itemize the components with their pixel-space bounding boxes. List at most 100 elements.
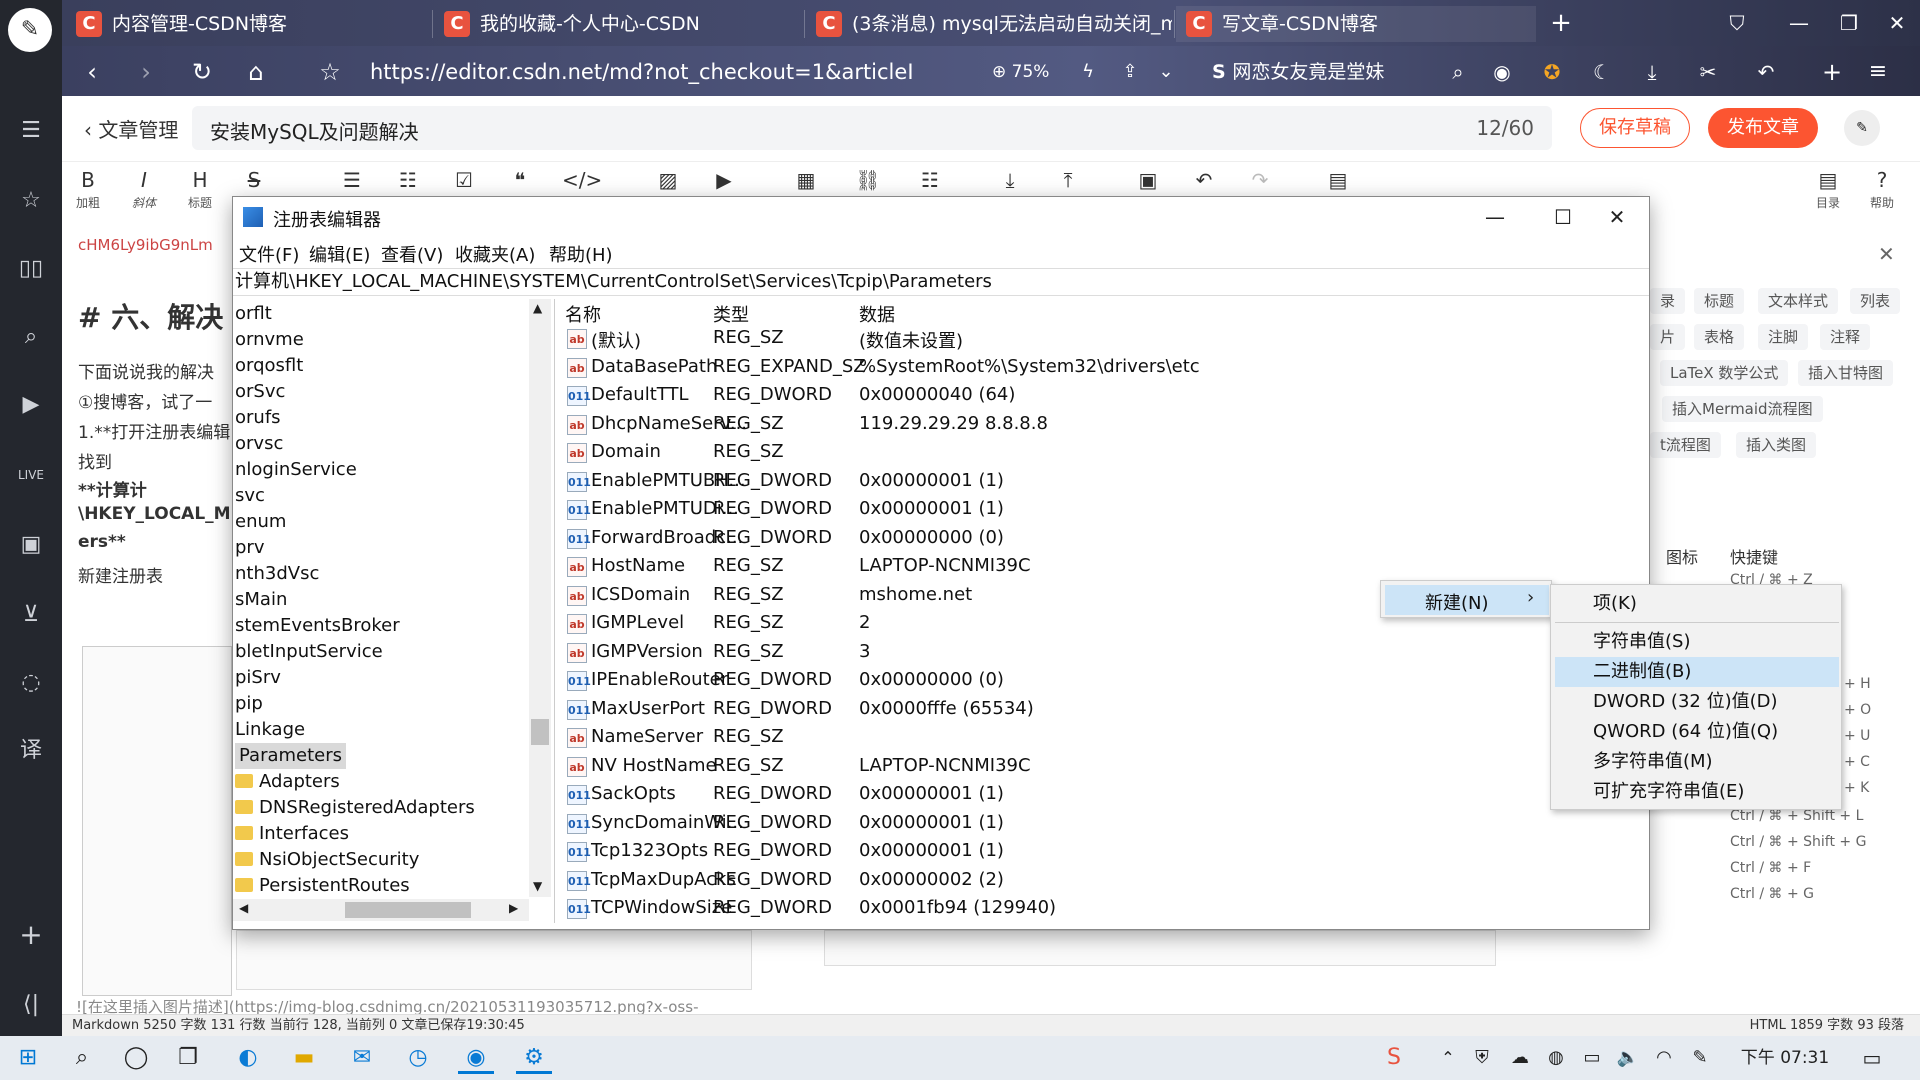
table-row[interactable]: 011 EnablePMTUDi... REG_DWORD 0x00000001 (1… — [563, 496, 1649, 524]
table-row[interactable]: ab HostName REG_SZ LAPTOP-NCNMI39C — [563, 553, 1649, 581]
add-icon[interactable]: + — [16, 920, 46, 950]
submenu-item[interactable]: 可扩充字符串值(E) — [1555, 777, 1839, 807]
help-chip[interactable]: LaTeX 数学公式 — [1660, 360, 1789, 386]
close-icon[interactable]: ✕ — [1878, 242, 1895, 266]
bold-button[interactable]: B 加粗 — [68, 168, 108, 211]
table-row[interactable]: 011 SyncDomainWi... REG_DWORD 0x00000001 (1… — [563, 810, 1649, 838]
help-chip[interactable]: 注释 — [1820, 324, 1871, 350]
export-icon[interactable]: ⤒ — [1048, 168, 1088, 192]
wifi-icon[interactable]: ◠ — [1646, 1042, 1682, 1074]
clock[interactable]: 下午 07:31 — [1730, 1042, 1840, 1074]
undo-icon[interactable]: ↶ — [1750, 56, 1782, 88]
cortana-icon[interactable]: ◯ — [118, 1042, 154, 1074]
task-view-icon[interactable]: ❐ — [170, 1042, 206, 1074]
image-icon[interactable]: ▨ — [648, 168, 688, 192]
tree-node[interactable]: nloginService — [235, 457, 357, 483]
collapse-icon[interactable]: ⟨| — [16, 990, 46, 1020]
browser-logo-icon[interactable]: ✎ — [8, 8, 52, 52]
tree-node[interactable]: orSvc — [235, 379, 285, 405]
tree-node[interactable]: nth3dVsc — [235, 561, 319, 587]
help-chip[interactable]: 列表 — [1850, 288, 1901, 314]
url-field[interactable]: https://editor.csdn.net/md?not_checkout=… — [370, 56, 970, 88]
registry-editor-window[interactable]: 注册表编辑器 — ☐ ✕ 文件(F) 编辑(E) 查看(V) 收藏夹(A) 帮助… — [232, 196, 1650, 930]
tab-favorites[interactable]: C 我的收藏-个人中心-CSDN — [434, 6, 802, 42]
help-chip[interactable]: 插入Mermaid流程图 — [1662, 396, 1823, 422]
table-row[interactable]: 011 IPEnableRouter REG_DWORD 0x00000000 (0) — [563, 667, 1649, 695]
tree-node[interactable]: orqosflt — [235, 353, 303, 379]
sogou-input-icon[interactable]: S — [1376, 1042, 1412, 1074]
bookmark-star-icon[interactable]: ☆ — [314, 56, 346, 88]
import-icon[interactable]: ⤓ — [990, 168, 1030, 192]
menu-icon[interactable]: ≡ — [1862, 56, 1894, 88]
ordered-list-icon[interactable]: ☷ — [388, 168, 428, 192]
table-row[interactable]: ab DhcpNameServ... REG_SZ 119.29.29.29 8.8.… — [563, 411, 1649, 439]
home-icon[interactable]: ⌂ — [240, 56, 272, 88]
tree-node[interactable]: orvsc — [235, 431, 283, 457]
briefcase-icon[interactable]: ▣ — [16, 530, 46, 560]
tab-write-article[interactable]: C 写文章-CSDN博客 — [1176, 6, 1536, 42]
new-tab-icon[interactable]: + — [1546, 8, 1576, 38]
menu-view[interactable]: 查看(V) — [381, 241, 443, 267]
scroll-thumb[interactable] — [345, 902, 471, 918]
help-chip[interactable]: 注脚 — [1758, 324, 1809, 350]
task-list-icon[interactable]: ☑ — [444, 168, 484, 192]
tree-node[interactable]: pip — [235, 691, 263, 717]
scissors-icon[interactable]: ✂ — [1692, 56, 1724, 88]
scroll-right-icon[interactable]: ▶ — [509, 901, 518, 915]
tree-node[interactable]: NsiObjectSecurity — [235, 847, 419, 873]
column-header-type[interactable]: 类型 — [713, 301, 749, 327]
chat-icon[interactable]: ◌ — [16, 668, 46, 698]
app-tray-icon[interactable]: ◍ — [1538, 1042, 1574, 1074]
chevron-down-icon[interactable]: ⌄ — [1150, 56, 1182, 88]
tree-node[interactable]: DNSRegisteredAdapters — [235, 795, 475, 821]
menu-favorites[interactable]: 收藏夹(A) — [455, 241, 535, 267]
code-icon[interactable]: </> — [562, 168, 602, 192]
table-row[interactable]: 011 ForwardBroadc... REG_DWORD 0x00000000 (… — [563, 525, 1649, 553]
window-titlebar[interactable]: 注册表编辑器 — ☐ ✕ — [233, 197, 1649, 237]
menu-edit[interactable]: 编辑(E) — [309, 241, 370, 267]
edge-icon[interactable]: ◐ — [230, 1042, 266, 1074]
tree-node[interactable]: orflt — [235, 301, 272, 327]
tree-node[interactable]: Parameters — [235, 743, 347, 769]
strikethrough-button[interactable]: S — [234, 168, 274, 192]
table-row[interactable]: 011 SackOpts REG_DWORD 0x00000001 (1) — [563, 781, 1649, 809]
toc-button[interactable]: ▤ 目录 — [1808, 168, 1848, 211]
link-icon[interactable]: ⛓ — [848, 168, 888, 192]
search-icon[interactable]: ⌕ — [64, 1042, 100, 1074]
undo-icon[interactable]: ↶ — [1184, 168, 1224, 192]
clock-app-icon[interactable]: ◷ — [400, 1042, 436, 1074]
moon-icon[interactable]: ☾ — [1586, 56, 1618, 88]
tree-horizontal-scrollbar[interactable]: ◀ ▶ — [233, 899, 529, 921]
submenu-item[interactable]: QWORD (64 位)值(Q) — [1555, 717, 1839, 747]
star-icon[interactable]: ☆ — [16, 186, 46, 216]
tab-content-manage[interactable]: C 内容管理-CSDN博客 — [66, 6, 426, 42]
table-row[interactable]: 011 TCPWindowSize REG_DWORD 0x0001fb94 (129… — [563, 895, 1649, 923]
help-chip[interactable]: 片 — [1650, 324, 1686, 350]
table-icon[interactable]: ▦ — [786, 168, 826, 192]
notification-icon[interactable]: ▭ — [1854, 1042, 1890, 1074]
tree-node[interactable]: Adapters — [235, 769, 340, 795]
file-explorer-icon[interactable]: ▬ — [286, 1042, 322, 1074]
template-icon[interactable]: ▤ — [1318, 168, 1358, 192]
tree-node[interactable]: svc — [235, 483, 265, 509]
table-row[interactable]: 011 MaxUserPort REG_DWORD 0x0000fffe (65534… — [563, 696, 1649, 724]
search-icon[interactable]: ⌕ — [16, 322, 46, 352]
cart-icon[interactable]: ⊻ — [16, 600, 46, 630]
tree-node[interactable]: PersistentRoutes — [235, 873, 410, 899]
lightning-icon[interactable]: ϟ — [1072, 56, 1104, 88]
back-icon[interactable]: ‹ — [76, 56, 108, 88]
publish-button[interactable]: 发布文章 — [1708, 108, 1818, 148]
help-chip[interactable]: 文本样式 — [1758, 288, 1839, 314]
maximize-icon[interactable]: ☐ — [1543, 201, 1583, 233]
book-icon[interactable]: ▯▯ — [16, 254, 46, 284]
submenu-item[interactable]: 字符串值(S) — [1555, 627, 1839, 657]
mail-icon[interactable]: ✉ — [344, 1042, 380, 1074]
game-avatar-icon[interactable]: ◉ — [1486, 56, 1518, 88]
table-row[interactable]: 011 EnablePMTUBH... REG_DWORD 0x00000001 (1… — [563, 468, 1649, 496]
menu-help[interactable]: 帮助(H) — [549, 241, 613, 267]
add-icon[interactable]: + — [1816, 56, 1848, 88]
more-icon[interactable]: ☷ — [910, 168, 950, 192]
save-draft-button[interactable]: 保存草稿 — [1580, 108, 1690, 148]
table-row[interactable]: ab NV HostName REG_SZ LAPTOP-NCNMI39C — [563, 753, 1649, 781]
help-chip[interactable]: 插入类图 — [1736, 432, 1817, 458]
